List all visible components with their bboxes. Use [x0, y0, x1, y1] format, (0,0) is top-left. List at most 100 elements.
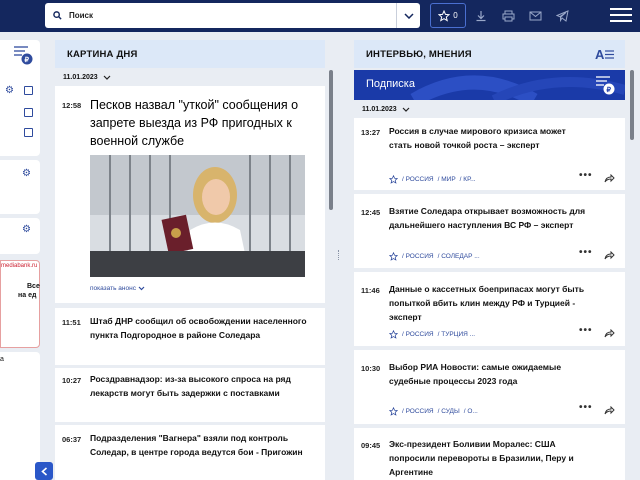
ruble-feed-icon: ₽ [14, 46, 33, 65]
svg-text:₽: ₽ [25, 56, 30, 64]
promo-line: на ед [18, 292, 37, 299]
column-header: КАРТИНА ДНЯ [55, 40, 325, 68]
partner-text: mediabank.ru [1, 263, 38, 269]
star-icon[interactable] [389, 175, 398, 184]
svg-text:A: A [595, 47, 605, 61]
share-icon[interactable] [604, 329, 615, 338]
left-widget: а [0, 352, 40, 480]
print-icon[interactable] [496, 3, 520, 28]
show-preview-link[interactable]: показать анонс [90, 285, 145, 292]
left-widget: ₽ ⚙ [0, 40, 40, 156]
news-time: 11:51 [62, 318, 81, 327]
chevron-down-icon [138, 286, 145, 291]
left-widget: ⚙ [0, 218, 40, 254]
gear-icon[interactable]: ⚙ [22, 224, 31, 235]
top-bar: Поиск 0 [0, 0, 640, 32]
favorites-button[interactable]: 0 [430, 3, 466, 28]
tag-link[interactable]: / КР... [460, 176, 476, 183]
scrollbar[interactable] [329, 70, 333, 210]
tag-link[interactable]: / РОССИЯ [402, 331, 434, 338]
tags-row: / РОССИЯ / СУДЫ / О... [389, 407, 478, 416]
collapse-button[interactable] [35, 462, 53, 480]
news-title[interactable]: Данные о кассетных боеприпасах могут быт… [389, 282, 589, 324]
opinion-card[interactable]: 12:45 Взятие Соледара открывает возможно… [354, 194, 625, 268]
text-fragment: а [0, 356, 4, 363]
mail-icon[interactable] [523, 3, 547, 28]
scrollbar[interactable] [630, 70, 634, 140]
left-widget: ⚙ [0, 160, 40, 214]
more-icon[interactable]: ••• [579, 170, 593, 181]
news-title[interactable]: Экс-президент Боливии Моралес: США попро… [389, 437, 589, 479]
column-resize-handle[interactable] [338, 250, 340, 260]
opinion-card[interactable]: 13:27 Россия в случае мирового кризиса м… [354, 118, 625, 190]
search-input[interactable]: Поиск [69, 11, 396, 20]
tag-link[interactable]: / СУДЫ [438, 408, 460, 415]
column-title: ИНТЕРВЬЮ, МНЕНИЯ [366, 48, 472, 60]
news-title[interactable]: Штаб ДНР сообщил об освобождении населен… [90, 314, 318, 342]
news-card[interactable]: 06:37 Подразделения "Вагнера" взяли под … [55, 425, 325, 480]
share-icon[interactable] [604, 406, 615, 415]
news-title[interactable]: Выбор РИА Новости: самые ожидаемые судеб… [389, 360, 589, 388]
checkbox[interactable] [24, 86, 33, 95]
news-title[interactable]: Росздравнадзор: из-за высокого спроса на… [90, 372, 318, 400]
tags-row: / РОССИЯ / ТУРЦИЯ ... [389, 330, 475, 339]
menu-icon[interactable] [610, 8, 632, 22]
tag-link[interactable]: / МИР [438, 176, 456, 183]
tag-link[interactable]: / СОЛЕДАР ... [438, 253, 480, 260]
tag-link[interactable]: / ТУРЦИЯ ... [438, 331, 475, 338]
more-icon[interactable]: ••• [579, 402, 593, 413]
tag-link[interactable]: / РОССИЯ [402, 253, 434, 260]
checkbox[interactable] [24, 108, 33, 117]
news-time: 06:37 [62, 435, 82, 444]
svg-text:₽: ₽ [607, 86, 612, 94]
news-time: 11:46 [361, 286, 380, 295]
font-size-icon[interactable]: A [595, 47, 615, 61]
news-title[interactable]: Подразделения "Вагнера" взяли под контро… [90, 431, 318, 459]
opinion-card[interactable]: 11:46 Данные о кассетных боеприпасах мог… [354, 272, 625, 346]
news-time: 09:45 [361, 441, 381, 450]
search-box[interactable]: Поиск [45, 3, 420, 28]
star-icon[interactable] [389, 407, 398, 416]
tag-link[interactable]: / РОССИЯ [402, 176, 434, 183]
download-icon[interactable] [469, 3, 493, 28]
tag-link[interactable]: / РОССИЯ [402, 408, 434, 415]
news-card[interactable]: 12:58 Песков назвал "уткой" сообщения о … [55, 86, 325, 303]
opinions-column: ИНТЕРВЬЮ, МНЕНИЯ A [354, 40, 625, 68]
news-title[interactable]: Взятие Соледара открывает возможность дл… [389, 204, 589, 232]
search-icon [45, 11, 69, 20]
opinion-card[interactable]: 10:30 Выбор РИА Новости: самые ожидаемые… [354, 350, 625, 424]
date-selector[interactable]: 11.01.2023 [354, 102, 410, 116]
more-icon[interactable]: ••• [579, 247, 593, 258]
search-dropdown-button[interactable] [396, 3, 420, 28]
date-label: 11.01.2023 [63, 73, 98, 81]
checkbox[interactable] [24, 128, 33, 137]
star-icon[interactable] [389, 330, 398, 339]
chevron-down-icon [103, 75, 111, 80]
promo-line: Все [27, 283, 40, 290]
tags-row: / РОССИЯ / СОЛЕДАР ... [389, 252, 480, 261]
subscribe-banner[interactable]: Подписка ₽ [354, 70, 625, 100]
gear-icon[interactable]: ⚙ [5, 85, 14, 96]
gear-icon[interactable]: ⚙ [22, 168, 31, 179]
subscribe-label: Подписка [366, 78, 415, 90]
promo-banner[interactable]: mediabank.ru Все на ед [0, 260, 40, 348]
chevron-down-icon [402, 107, 410, 112]
column-header: ИНТЕРВЬЮ, МНЕНИЯ A [354, 40, 625, 68]
news-title[interactable]: Песков назвал "уткой" сообщения о запрет… [90, 96, 318, 150]
news-time: 13:27 [361, 128, 381, 137]
news-card[interactable]: 11:51 Штаб ДНР сообщил об освобождении н… [55, 308, 325, 365]
news-photo[interactable] [90, 155, 305, 277]
news-title[interactable]: Россия в случае мирового кризиса может с… [389, 124, 589, 152]
more-icon[interactable]: ••• [579, 325, 593, 336]
date-selector[interactable]: 11.01.2023 [55, 70, 325, 84]
telegram-icon[interactable] [550, 3, 574, 28]
share-icon[interactable] [604, 174, 615, 183]
favorites-count: 0 [453, 11, 458, 20]
news-time: 10:27 [62, 376, 82, 385]
news-card[interactable]: 10:27 Росздравнадзор: из-за высокого спр… [55, 368, 325, 422]
opinion-card[interactable]: 09:45 Экс-президент Боливии Моралес: США… [354, 428, 625, 480]
news-time: 12:58 [62, 101, 82, 110]
share-icon[interactable] [604, 251, 615, 260]
tag-link[interactable]: / О... [464, 408, 478, 415]
star-icon[interactable] [389, 252, 398, 261]
